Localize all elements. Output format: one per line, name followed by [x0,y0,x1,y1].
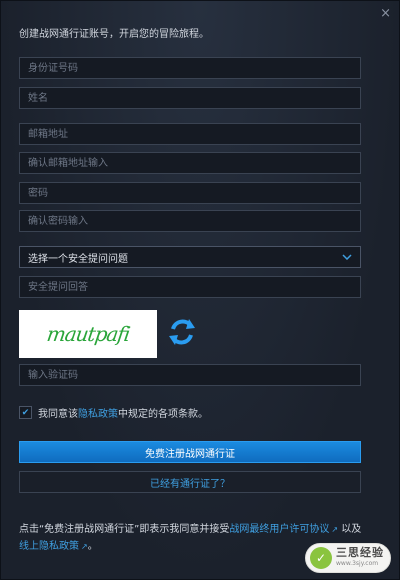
refresh-icon[interactable] [165,315,199,349]
agreement-prefix: 我同意该 [38,409,78,420]
captcha-input[interactable] [19,364,361,386]
security-question-value: 选择一个安全提问问题 [28,253,128,265]
security-question-select[interactable]: 选择一个安全提问问题 [19,246,361,268]
watermark-sub-text: www.3sjy.com [336,560,379,567]
watermark-text: 三思经验 www.3sjy.com [336,547,384,569]
have-account-button[interactable]: 已经有通行证了？ [19,471,361,493]
agreement-row: ✔ 我同意该 隐私政策 中规定的各项条款。 [19,405,208,420]
external-link-icon: ↗ [331,525,339,534]
privacy-policy-link[interactable]: 隐私政策 [78,405,118,420]
email-input[interactable] [19,123,361,145]
chevron-down-icon [342,252,352,263]
agreement-checkbox[interactable]: ✔ [19,406,32,419]
page-heading: 创建战网通行证账号，开启您的冒险旅程。 [19,29,209,40]
footer-text-end: 。 [87,541,98,552]
email-confirm-input[interactable] [19,152,361,174]
external-link-icon: ↗ [81,542,88,551]
eula-link[interactable]: 战网最终用户许可协议 [229,524,329,535]
online-privacy-link[interactable]: 线上隐私政策 [19,541,79,552]
watermark: ✓ 三思经验 www.3sjy.com [305,543,391,573]
captcha-image: mautpafi [19,310,157,358]
footer-text-middle: 以及 [341,524,362,535]
security-answer-input[interactable] [19,276,361,298]
password-input[interactable] [19,182,361,204]
footer-text-before: 点击“免费注册战网通行证”即表示我同意并接受 [19,524,230,535]
id-number-input[interactable] [19,57,361,79]
password-confirm-input[interactable] [19,210,361,232]
watermark-logo-icon: ✓ [310,547,332,569]
agreement-suffix: 中规定的各项条款。 [118,409,208,420]
close-button[interactable]: × [380,6,391,21]
register-button[interactable]: 免费注册战网通行证 [19,441,361,463]
watermark-main-text: 三思经验 [336,546,384,559]
captcha-text: mautpafi [45,322,131,346]
name-input[interactable] [19,87,361,109]
